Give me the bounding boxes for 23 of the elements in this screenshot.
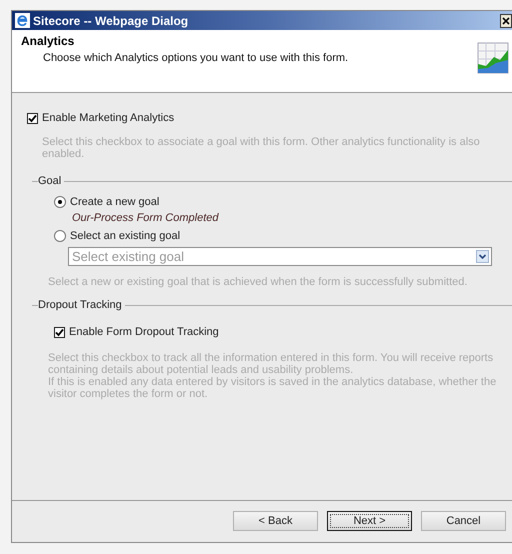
checkbox[interactable] bbox=[54, 326, 65, 338]
checkbox-label: Enable Marketing Analytics bbox=[42, 112, 174, 124]
page-description: Choose which Analytics options you want to use with this form. bbox=[43, 52, 350, 64]
dialog-button[interactable]: < Back bbox=[233, 510, 318, 530]
page-heading: Analytics bbox=[21, 34, 76, 48]
goal-name: Our-Process Form Completed bbox=[72, 212, 220, 224]
radio-label: Create a new goal bbox=[70, 196, 160, 208]
help-text: Select this checkbox to associate a goal with this form. Other analytics functionality is also enabled. bbox=[42, 136, 481, 160]
window-title: Sitecore -- Webpage Dialog bbox=[33, 14, 190, 28]
close-icon bbox=[502, 16, 510, 24]
help-text: Select a new or existing goal that is achieved when the form is successfully submitted. bbox=[48, 276, 468, 288]
radio-label: Select an existing goal bbox=[70, 230, 180, 242]
section-legend: Dropout Tracking bbox=[38, 299, 122, 311]
radio-button[interactable] bbox=[54, 230, 66, 242]
section-legend: Goal bbox=[38, 175, 62, 187]
browser-logo-icon bbox=[15, 13, 30, 28]
close-button[interactable] bbox=[500, 14, 512, 28]
dialog-button[interactable]: Next > bbox=[327, 510, 412, 530]
radio-button[interactable] bbox=[54, 196, 66, 208]
checkbox[interactable] bbox=[27, 112, 38, 124]
checkbox-label: Enable Form Dropout Tracking bbox=[69, 326, 219, 338]
dialog-button[interactable]: Cancel bbox=[421, 510, 506, 530]
help-text: Select this checkbox to track all the information entered in this form. You will receive reports containing details about potential leads and usability problems. If this is enabled any data entered by visitors is saved in the analytics database, whether the visitor completes the form or not. bbox=[48, 352, 498, 400]
